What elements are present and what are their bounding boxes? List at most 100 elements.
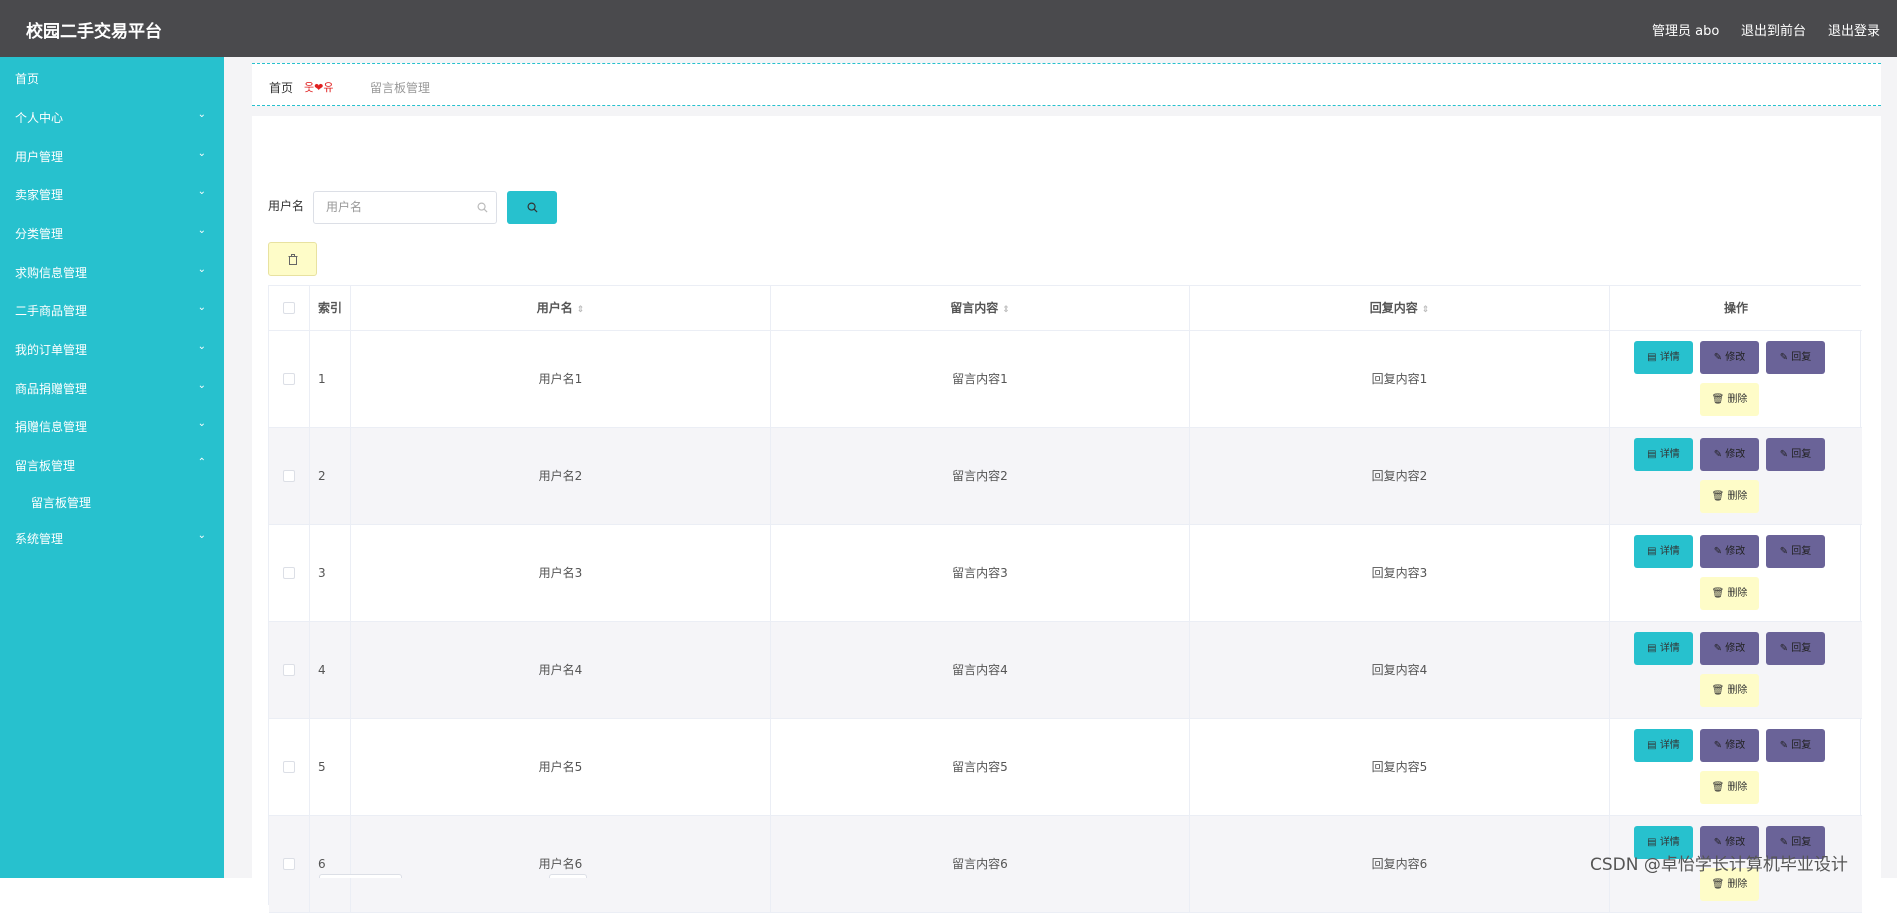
detail-button[interactable]: ▤ 详情 — [1634, 632, 1693, 665]
pencil-icon: ✎ — [1779, 352, 1792, 363]
sidebar-item-personal-center[interactable]: 个人中心 ⌄ — [0, 96, 224, 136]
edit-button[interactable]: ✎ 修改 — [1700, 535, 1759, 568]
main-content: 首页 웃❤유 留言板管理 用户名 用户名 索引 用户名 ⇕ 留言内容 ⇕ 回复内… — [224, 57, 1897, 913]
row-checkbox[interactable] — [283, 761, 295, 773]
cell-index: 6 — [310, 816, 351, 913]
edit-button[interactable]: ✎ 修改 — [1700, 632, 1759, 665]
sidebar-item-used-goods-management[interactable]: 二手商品管理 ⌄ — [0, 289, 224, 329]
detail-button[interactable]: ▤ 详情 — [1634, 535, 1693, 568]
sidebar-subitem-message-board-management[interactable]: 留言板管理 — [0, 481, 224, 521]
header-reply-label: 回复内容 — [1369, 301, 1418, 315]
cell-message: 留言内容3 — [771, 525, 1190, 622]
header-reply[interactable]: 回复内容 ⇕ — [1190, 286, 1610, 331]
row-checkbox[interactable] — [283, 470, 295, 482]
sidebar-item-message-board-management[interactable]: 留言板管理 ⌃ — [0, 444, 224, 484]
delete-button[interactable]: 🗑 删除 — [1700, 771, 1759, 804]
reply-button-label: 回复 — [1791, 352, 1812, 363]
cell-index: 3 — [310, 525, 351, 622]
cell-message: 留言内容5 — [771, 719, 1190, 816]
trash-icon: 🗑 — [1711, 879, 1728, 890]
pencil-icon: ✎ — [1713, 352, 1726, 363]
breadcrumb-home[interactable]: 首页 — [269, 79, 293, 96]
sidebar: 首页 个人中心 ⌄ 用户管理 ⌄ 卖家管理 ⌄ 分类管理 ⌄ 求购信息管理 ⌄ … — [0, 57, 224, 878]
cell-reply: 回复内容2 — [1190, 428, 1610, 525]
edit-button[interactable]: ✎ 修改 — [1700, 341, 1759, 374]
reply-button[interactable]: ✎ 回复 — [1766, 729, 1825, 762]
logout-link[interactable]: 退出登录 — [1828, 20, 1880, 39]
watermark-text: CSDN @卓怡学长计算机毕业设计 — [1590, 855, 1848, 875]
sidebar-item-home[interactable]: 首页 — [0, 57, 224, 97]
sidebar-item-label: 留言板管理 — [31, 496, 92, 510]
sort-icon[interactable]: ⇕ — [1422, 305, 1430, 315]
exit-to-front-link[interactable]: 退出到前台 — [1741, 20, 1806, 39]
detail-button[interactable]: ▤ 详情 — [1634, 341, 1693, 374]
row-checkbox[interactable] — [283, 858, 295, 870]
table-row: 4 用户名4 留言内容4 回复内容4 ▤ 详情 ✎ 修改 ✎ 回复 🗑 删除 — [269, 622, 1862, 719]
cell-username: 用户名3 — [351, 525, 771, 622]
page-jump-input[interactable] — [549, 874, 587, 878]
sidebar-item-goods-donation-management[interactable]: 商品捐赠管理 ⌄ — [0, 367, 224, 407]
detail-button-label: 详情 — [1659, 449, 1680, 460]
sidebar-item-category-management[interactable]: 分类管理 ⌄ — [0, 212, 224, 252]
breadcrumb: 首页 웃❤유 留言板管理 — [252, 63, 1881, 106]
sidebar-item-system-management[interactable]: 系统管理 ⌄ — [0, 517, 224, 557]
table-row: 3 用户名3 留言内容3 回复内容3 ▤ 详情 ✎ 修改 ✎ 回复 🗑 删除 — [269, 525, 1862, 622]
reply-button[interactable]: ✎ 回复 — [1766, 632, 1825, 665]
header-message[interactable]: 留言内容 ⇕ — [771, 286, 1190, 331]
top-header: 校园二手交易平台 管理员 abo 退出到前台 退出登录 — [0, 0, 1897, 57]
chevron-down-icon: ⌄ — [197, 186, 206, 197]
cell-username: 用户名5 — [351, 719, 771, 816]
search-icon — [527, 200, 538, 214]
row-checkbox[interactable] — [283, 567, 295, 579]
header-index: 索引 — [310, 286, 351, 331]
sidebar-item-label: 首页 — [15, 72, 40, 86]
select-all-checkbox[interactable] — [283, 302, 295, 314]
sort-icon[interactable]: ⇕ — [577, 305, 585, 315]
header-message-label: 留言内容 — [950, 301, 999, 315]
cell-index: 1 — [310, 331, 351, 428]
username-search-input[interactable]: 用户名 — [313, 191, 497, 224]
cell-username: 用户名4 — [351, 622, 771, 719]
pencil-icon: ✎ — [1713, 740, 1726, 751]
cell-username: 用户名6 — [351, 816, 771, 913]
delete-button[interactable]: 🗑 删除 — [1700, 674, 1759, 707]
sidebar-item-label: 留言板管理 — [15, 459, 76, 473]
pencil-icon: ✎ — [1779, 546, 1792, 557]
message-table: 索引 用户名 ⇕ 留言内容 ⇕ 回复内容 ⇕ 操作 1 用户名1 留言内容1 回复内容1 ▤ … — [268, 285, 1862, 913]
page-size-select[interactable] — [319, 874, 402, 878]
sidebar-item-my-orders-management[interactable]: 我的订单管理 ⌄ — [0, 328, 224, 368]
search-icon — [477, 192, 488, 223]
detail-button[interactable]: ▤ 详情 — [1634, 438, 1693, 471]
row-checkbox[interactable] — [283, 664, 295, 676]
sort-icon[interactable]: ⇕ — [1002, 305, 1010, 315]
sidebar-item-label: 系统管理 — [15, 532, 64, 546]
edit-button[interactable]: ✎ 修改 — [1700, 729, 1759, 762]
sidebar-item-donation-info-management[interactable]: 捐赠信息管理 ⌄ — [0, 405, 224, 445]
detail-button-label: 详情 — [1659, 740, 1680, 751]
delete-button[interactable]: 🗑 删除 — [1700, 480, 1759, 513]
reply-button[interactable]: ✎ 回复 — [1766, 341, 1825, 374]
reply-button[interactable]: ✎ 回复 — [1766, 438, 1825, 471]
header-username[interactable]: 用户名 ⇕ — [351, 286, 771, 331]
sidebar-item-user-management[interactable]: 用户管理 ⌄ — [0, 135, 224, 175]
edit-button[interactable]: ✎ 修改 — [1700, 438, 1759, 471]
pencil-icon: ✎ — [1713, 837, 1726, 848]
sidebar-item-purchase-request-management[interactable]: 求购信息管理 ⌄ — [0, 251, 224, 291]
search-button[interactable] — [507, 191, 557, 224]
chevron-down-icon: ⌄ — [197, 264, 206, 275]
sidebar-item-label: 卖家管理 — [15, 188, 64, 202]
pencil-icon: ✎ — [1779, 740, 1792, 751]
cell-message: 留言内容2 — [771, 428, 1190, 525]
cell-username: 用户名2 — [351, 428, 771, 525]
pencil-icon: ✎ — [1779, 643, 1792, 654]
detail-button[interactable]: ▤ 详情 — [1634, 729, 1693, 762]
search-input-placeholder: 用户名 — [326, 200, 363, 214]
delete-button[interactable]: 🗑 删除 — [1700, 577, 1759, 610]
sidebar-item-seller-management[interactable]: 卖家管理 ⌄ — [0, 173, 224, 213]
batch-delete-button[interactable] — [268, 242, 317, 276]
reply-button[interactable]: ✎ 回复 — [1766, 535, 1825, 568]
row-checkbox[interactable] — [283, 373, 295, 385]
chevron-down-icon: ⌄ — [197, 148, 206, 159]
delete-button[interactable]: 🗑 删除 — [1700, 383, 1759, 416]
reply-button-label: 回复 — [1791, 546, 1812, 557]
